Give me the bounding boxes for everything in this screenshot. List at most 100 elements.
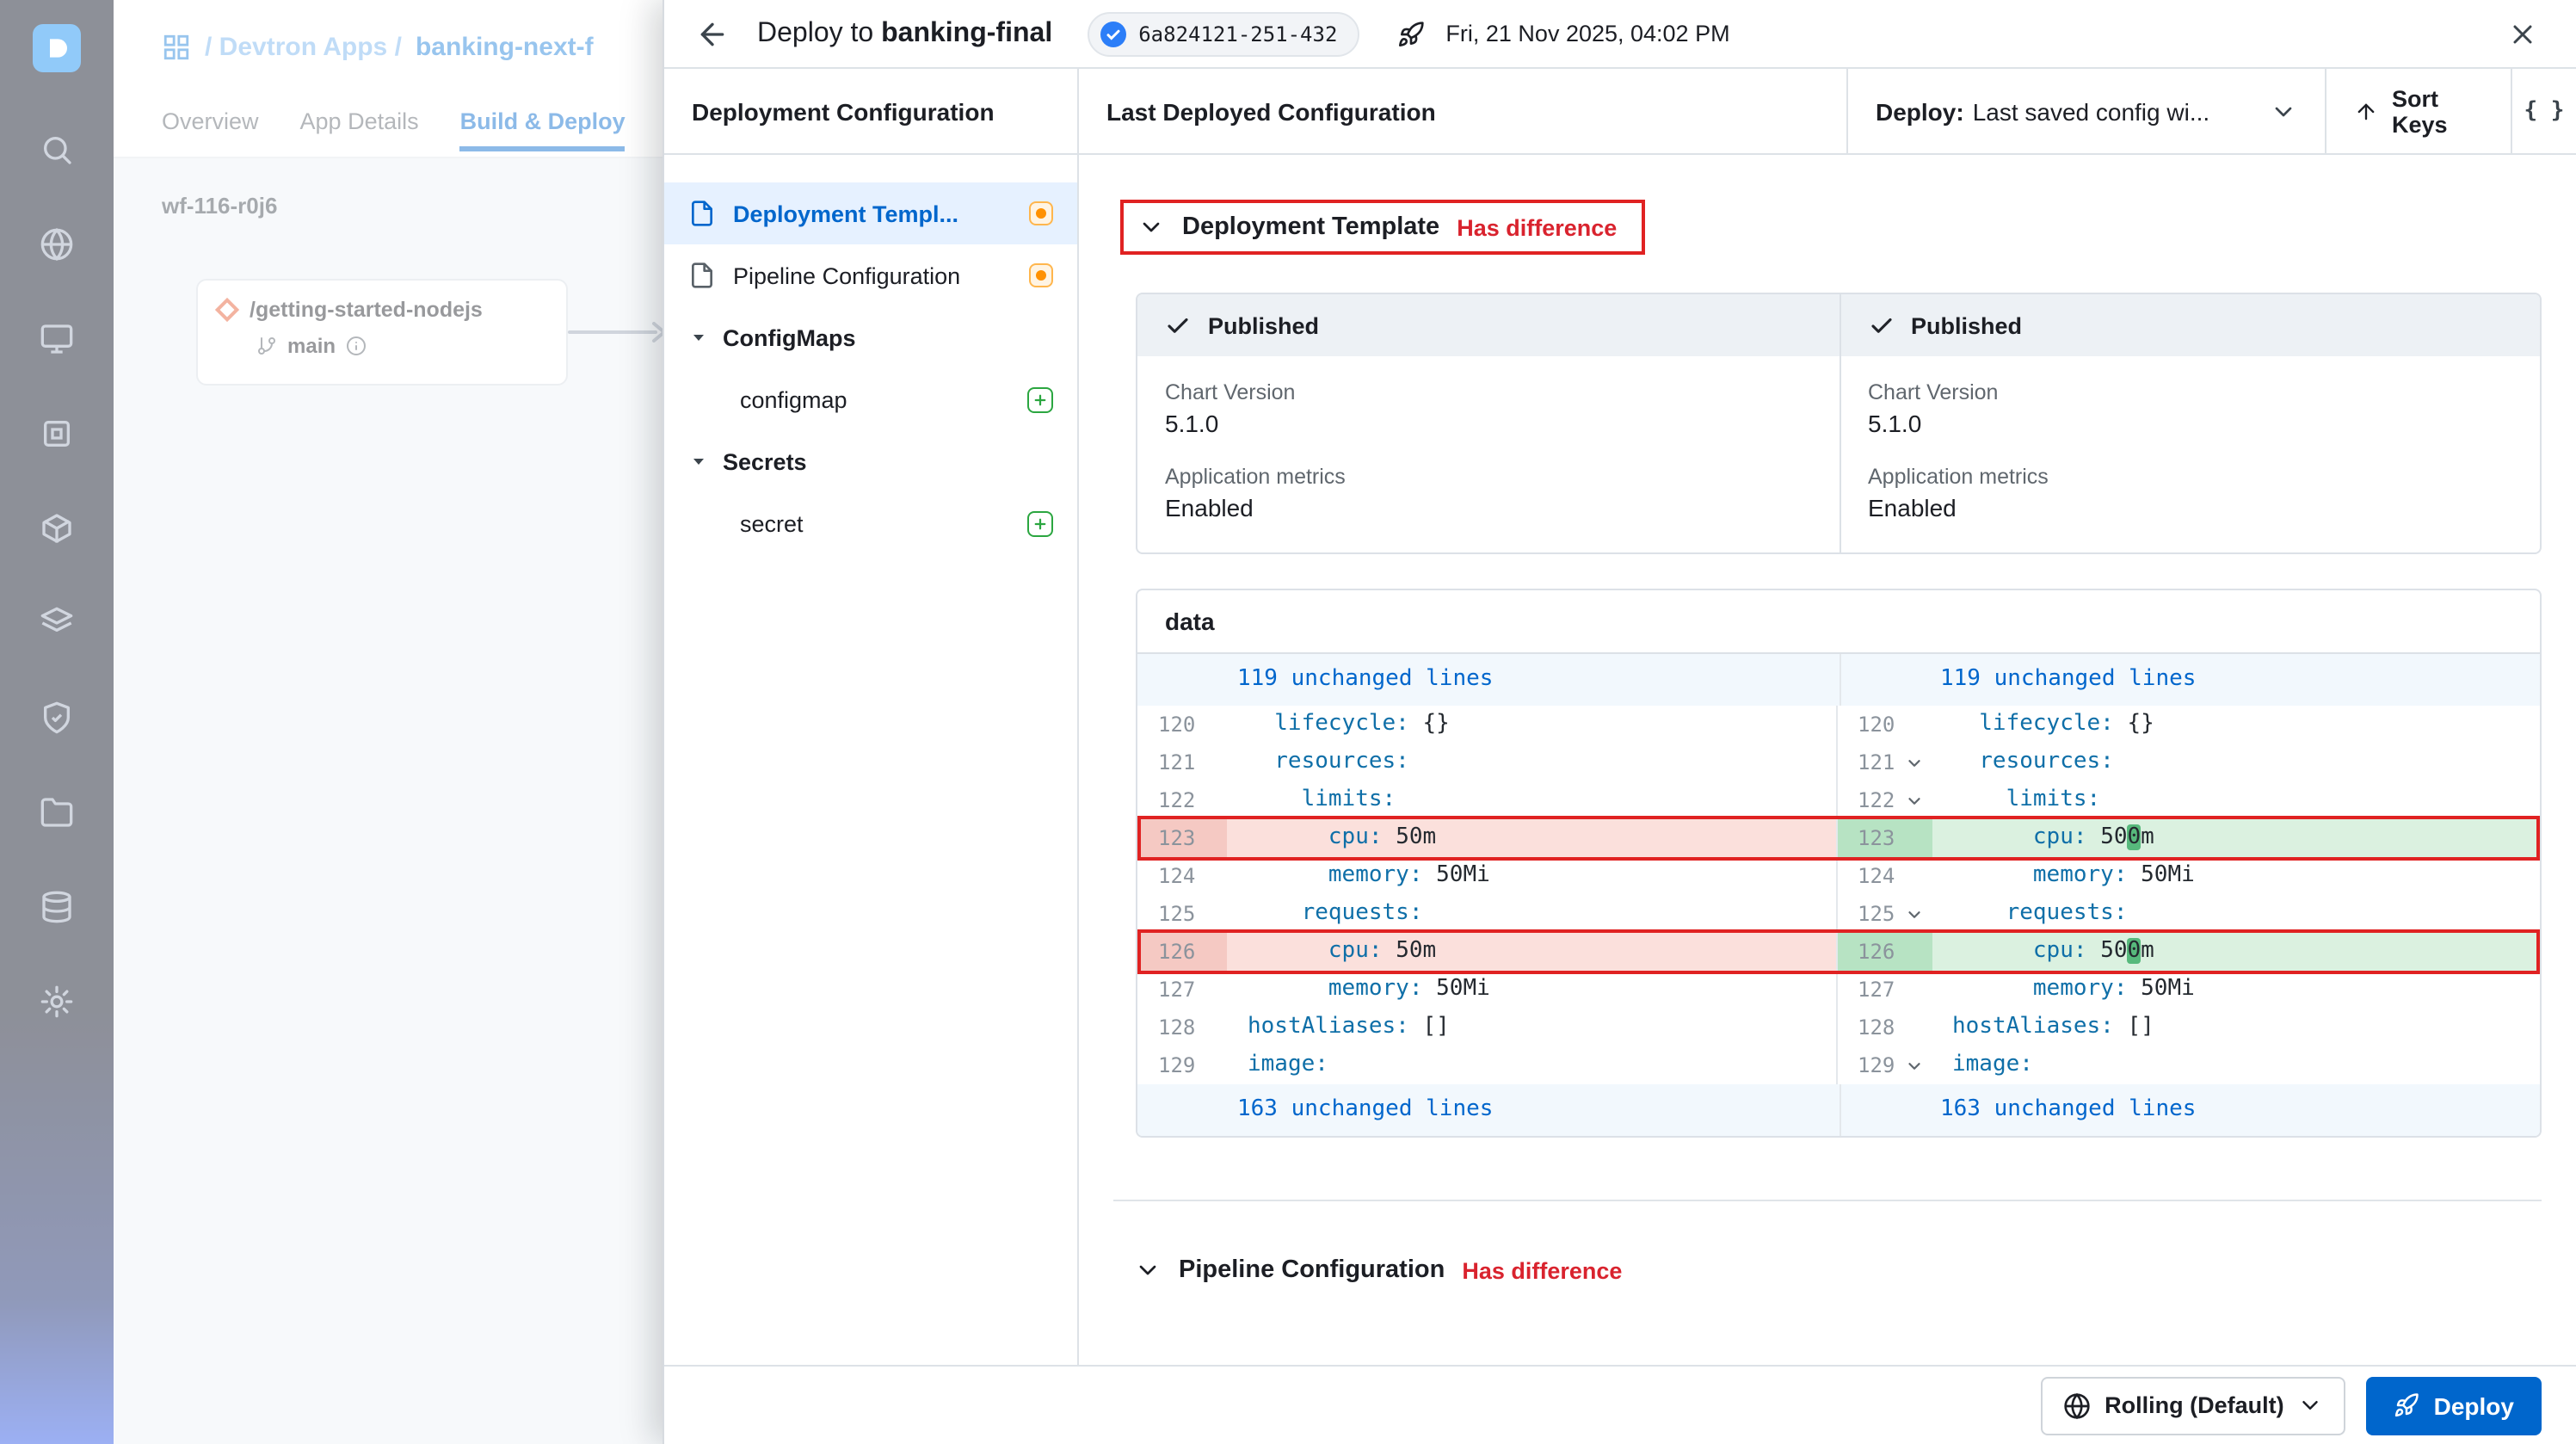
diff-line-123: 123 cpu: 50m 123 cpu: 500m [1137,816,2540,861]
nav-deployment-template[interactable]: Deployment Templ... [664,182,1077,244]
close-button[interactable] [2500,11,2545,56]
chevron-down-icon [1134,1256,1162,1284]
expand-unchanged-right[interactable]: 119 unchanged lines [1839,654,2540,706]
line-number-right: 128 [1835,1009,1932,1046]
line-number-right: 120 [1835,706,1932,744]
app-metrics-label: Application metrics [1165,465,1346,489]
fold-chevron-icon [1908,1062,1921,1069]
check-icon [1165,312,1191,338]
modal-title: Deploy to banking-final [757,18,1053,47]
app-metrics-value: Enabled [1165,494,1254,521]
fold-chevron-icon [1908,759,1921,766]
app-metrics-label: Application metrics [1868,465,2049,489]
code-line-left: limits: [1301,787,1396,812]
line-number-right[interactable]: 129 [1835,1046,1932,1084]
line-number-left: 129 [1158,1053,1196,1077]
artifact-icon [1097,18,1128,49]
nav-configmap-label: configmap [740,386,847,412]
deploy-datetime: Fri, 21 Nov 2025, 04:02 PM [1445,21,1730,46]
deploy-button-label: Deploy [2433,1392,2514,1419]
arrow-up-icon [2354,99,2378,123]
line-number-right: 123 [1835,819,1932,857]
published-status: Published [1208,312,1320,338]
globe-icon [2063,1392,2091,1419]
modal-overlay [0,0,662,1444]
target-environment: banking-final [881,18,1053,47]
compare-with-dropdown[interactable]: Deploy: Last saved config wi... [1846,69,2325,153]
drift-indicator-icon [1029,201,1053,225]
app-metrics-value: Enabled [1868,494,1957,521]
check-icon [1868,312,1894,338]
back-button[interactable] [688,9,736,58]
line-number-left: 128 [1158,1015,1196,1040]
sort-keys-label: Sort Keys [2392,85,2448,137]
sort-keys-button[interactable]: Sort Keys [2325,69,2511,153]
deploy-button[interactable]: Deploy [2366,1376,2542,1435]
code-line-right: image: [1952,1052,2033,1077]
code-editor-view-button[interactable]: { } [2511,69,2576,153]
nav-configmap[interactable]: configmap [664,368,1077,430]
line-number-left: 125 [1158,902,1196,926]
line-number-left: 123 [1137,819,1227,857]
expand-unchanged-left[interactable]: 119 unchanged lines [1137,654,1839,706]
line-number-left: 122 [1158,788,1196,812]
code-line-left: resources: [1274,749,1409,774]
code-line-right: requests: [2006,900,2128,926]
nav-secret[interactable]: secret [664,492,1077,554]
left-column-title: Last Deployed Configuration [1106,97,1436,125]
line-number-right[interactable]: 121 [1835,744,1932,781]
line-number-right: 124 [1835,857,1932,895]
nav-deployment-template-label: Deployment Templ... [733,201,959,226]
diff-rows: 119 unchanged lines 119 unchanged lines 12… [1137,654,2540,1136]
deploy-modal: Deploy to banking-final 6a824121-251-432… [662,0,2576,1444]
deploy-dropdown-label: Deploy: [1876,97,1964,125]
caret-down-icon [688,451,709,472]
braces-icon: { } [2524,98,2565,124]
code-line-right: resources: [1979,749,2114,774]
line-number-left: 124 [1158,864,1196,888]
file-icon [688,200,716,227]
image-tag-badge[interactable]: 6a824121-251-432 [1087,11,1360,56]
expand-unchanged-right[interactable]: 163 unchanged lines [1839,1084,2540,1136]
comparison-content: Deployment Template Has difference Publi… [1079,155,2576,1365]
modal-footer: Rolling (Default) Deploy [664,1365,2576,1444]
char-diff-highlight: 0 [2127,824,2142,850]
diff-line-124: 124 memory: 50Mi 124 memory: 50Mi [1137,857,2540,895]
code-line-right: memory: 50Mi [2032,976,2195,1002]
line-number-right[interactable]: 125 [1835,895,1932,933]
config-nav-title: Deployment Configuration [692,97,995,125]
section-deployment-template[interactable]: Deployment Template Has difference [1120,200,1645,255]
deploy-dropdown-value: Last saved config wi... [1972,97,2210,125]
deployment-strategy-dropdown[interactable]: Rolling (Default) [2041,1376,2346,1435]
line-number-right: 127 [1835,971,1932,1009]
diff-unchanged-banner: 163 unchanged lines 163 unchanged lines [1137,1084,2540,1136]
has-difference-badge: Has difference [1462,1257,1623,1283]
added-indicator-icon [1027,510,1053,536]
nav-group-configmaps[interactable]: ConfigMaps [664,306,1077,368]
section-title: Pipeline Configuration [1179,1256,1445,1284]
diff-line-126: 126 cpu: 50m 126 cpu: 500m [1137,929,2540,974]
line-number-left: 120 [1158,713,1196,737]
chevron-down-icon [1137,213,1165,241]
section-pipeline-configuration[interactable]: Pipeline Configuration Has difference [1120,1246,1646,1294]
line-number-right[interactable]: 122 [1835,781,1932,819]
fold-chevron-icon [1908,797,1921,804]
diff-line-127: 127 memory: 50Mi 127 memory: 50Mi [1137,971,2540,1009]
file-icon [688,262,716,289]
fold-chevron-icon [1908,910,1921,917]
code-line-right: lifecycle: {} [1979,711,2154,737]
modal-header: Deploy to banking-final 6a824121-251-432… [664,0,2576,69]
code-line-right: cpu: 500m [1932,933,2540,971]
published-status: Published [1911,312,2023,338]
has-difference-badge: Has difference [1457,214,1618,240]
code-line-left: image: [1248,1052,1328,1077]
nav-pipeline-configuration-label: Pipeline Configuration [733,262,961,288]
code-line-left: cpu: 50m [1227,933,1835,971]
nav-pipeline-configuration[interactable]: Pipeline Configuration [664,244,1077,306]
section-title: Deployment Template [1182,213,1440,241]
diff-unchanged-banner: 119 unchanged lines 119 unchanged lines [1137,654,2540,706]
nav-group-secrets[interactable]: Secrets [664,430,1077,492]
chart-version-value: 5.1.0 [1868,410,1922,437]
image-tag: 6a824121-251-432 [1138,22,1338,46]
expand-unchanged-left[interactable]: 163 unchanged lines [1137,1084,1839,1136]
